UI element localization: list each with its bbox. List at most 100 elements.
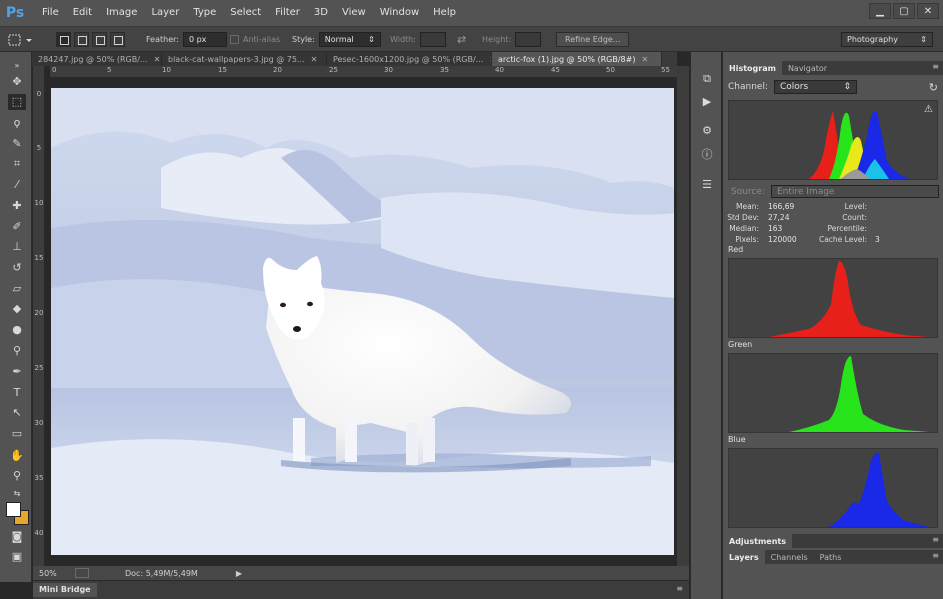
foreground-color-swatch[interactable] [6,502,21,517]
feather-input[interactable]: 0 px [182,32,227,47]
properties-icon[interactable]: ⚙ [700,124,714,138]
antialias-checkbox[interactable] [230,35,239,44]
tab-document-2[interactable]: black-cat-wallpapers-3.jpg @ 75... ✕ [162,52,327,66]
collapse-arrows-icon[interactable]: » [8,58,26,74]
level-label: Level: [844,202,867,211]
menu-select[interactable]: Select [223,0,268,26]
tab-channels[interactable]: Channels [765,550,814,564]
tab-document-1[interactable]: 284247.jpg @ 50% (RGB/... ✕ [32,52,162,66]
swap-colors-icon[interactable]: ⇆ [8,486,26,502]
status-menu-arrow-icon[interactable]: ▶ [236,569,242,578]
move-tool-icon[interactable]: ✥ [8,74,26,90]
source-select[interactable]: Entire Image [770,185,939,198]
menu-filter[interactable]: Filter [268,0,307,26]
menu-3d[interactable]: 3D [307,0,335,26]
menu-window[interactable]: Window [373,0,426,26]
workspace-select[interactable]: Photography ⇕ [841,32,933,47]
panel-menu-icon[interactable]: ≡ [932,551,939,560]
new-selection-icon[interactable] [56,32,71,47]
panel-menu-icon[interactable]: ≡ [932,62,939,71]
refresh-icon[interactable]: ↻ [929,81,938,94]
menu-layer[interactable]: Layer [144,0,186,26]
ruler-tick: 45 [551,66,560,74]
quick-selection-tool-icon[interactable]: ✎ [8,136,26,152]
path-selection-tool-icon[interactable]: ↖ [8,405,26,421]
layers-tabs: Layers Channels Paths ≡ [723,550,943,564]
info-icon[interactable]: ⓘ [700,148,714,162]
paint-bucket-tool-icon[interactable]: ◆ [8,301,26,317]
zoom-level[interactable]: 50% [39,569,69,578]
menu-type[interactable]: Type [186,0,223,26]
status-bar: 50% Doc: 5,49M/5,49M ▶ [33,566,689,580]
layer-comps-icon[interactable]: ☰ [700,178,714,192]
tab-document-active[interactable]: arctic-fox (1).jpg @ 50% (RGB/8#) ✕ [492,52,662,66]
tab-navigator[interactable]: Navigator [782,61,833,75]
dodge-tool-icon[interactable]: ⚲ [8,343,26,359]
vertical-ruler[interactable]: 0 5 10 15 20 25 30 35 40 [33,66,45,566]
tab-document-3[interactable]: Pesec-1600x1200.jpg @ 50% (RGB/... ✕ [327,52,492,66]
ruler-tick: 20 [273,66,282,74]
maximize-button[interactable]: ▢ [893,3,915,19]
refine-edge-button[interactable]: Refine Edge... [556,32,630,47]
add-selection-icon[interactable] [74,32,89,47]
zoom-tool-icon[interactable]: ⚲ [8,468,26,484]
close-icon[interactable]: ✕ [154,55,161,64]
canvas-vertical-scrollbar[interactable] [677,66,689,566]
width-input[interactable] [419,32,446,47]
colors-histogram-graph [729,110,909,179]
actions-play-icon[interactable]: ▶ [700,95,714,109]
menu-image[interactable]: Image [99,0,144,26]
horizontal-ruler[interactable]: 0 5 10 15 20 25 30 35 40 45 50 55 [50,66,677,78]
document-image[interactable] [51,88,674,555]
menu-file[interactable]: File [35,0,66,26]
panel-menu-icon[interactable]: ≡ [932,535,939,544]
eraser-tool-icon[interactable]: ▱ [8,281,26,297]
tab-histogram[interactable]: Histogram [723,61,782,75]
hand-tool-icon[interactable]: ✋ [8,448,26,464]
history-brush-tool-icon[interactable]: ↺ [8,260,26,276]
pen-tool-icon[interactable]: ✒ [8,364,26,380]
tools-panel: » ✥ ⬚ ϙ ✎ ⌗ ⁄ ✚ ✐ ⊥ ↺ ▱ ◆ ● ⚲ ✒ T ↖ ▭ ✋ … [0,52,32,582]
healing-brush-tool-icon[interactable]: ✚ [8,198,26,214]
status-icon[interactable] [75,568,89,578]
rectangle-tool-icon[interactable]: ▭ [8,426,26,442]
menu-bar: Ps File Edit Image Layer Type Select Fil… [0,0,943,26]
blue-histogram-graph [829,452,929,527]
tab-layers[interactable]: Layers [723,550,765,564]
brush-tool-icon[interactable]: ✐ [8,219,26,235]
marquee-preset-icon [8,34,32,45]
eyedropper-tool-icon[interactable]: ⁄ [8,177,26,193]
blur-tool-icon[interactable]: ● [8,322,26,338]
panel-menu-icon[interactable]: ≡ [676,584,683,593]
height-input[interactable] [515,32,542,47]
close-icon[interactable]: ✕ [311,55,318,64]
subtract-selection-icon[interactable] [92,32,107,47]
mini-bridge-tab[interactable]: Mini Bridge [33,583,97,597]
warning-icon[interactable]: ⚠ [924,104,933,115]
menu-edit[interactable]: Edit [66,0,99,26]
type-tool-icon[interactable]: T [8,385,26,401]
minimize-button[interactable]: ▁ [869,3,891,19]
intersect-selection-icon[interactable] [110,32,125,47]
channel-label: Channel: [728,82,768,92]
tab-adjustments[interactable]: Adjustments [723,534,792,548]
swap-icon[interactable]: ⇄ [457,27,466,52]
tool-preset-picker[interactable] [6,27,34,52]
menu-view[interactable]: View [335,0,373,26]
screen-mode-icon[interactable]: ▣ [8,549,26,565]
style-select[interactable]: Normal ⇕ [318,32,381,47]
ruler-tick: 5 [36,144,42,152]
tab-paths[interactable]: Paths [814,550,848,564]
colors-histogram: ⚠ [728,100,938,180]
marquee-tool-icon[interactable]: ⬚ [8,94,26,110]
channel-select[interactable]: Colors ⇕ [773,80,857,94]
menu-help[interactable]: Help [426,0,463,26]
lasso-tool-icon[interactable]: ϙ [8,115,26,131]
close-icon[interactable]: ✕ [641,55,648,64]
quick-mask-icon[interactable]: ◙ [8,529,26,545]
close-button[interactable]: ✕ [917,3,939,19]
clone-stamp-tool-icon[interactable]: ⊥ [8,239,26,255]
histogram-panel: Histogram Navigator ≡ Channel: Colors ⇕ … [723,52,943,599]
history-icon[interactable]: ⧉ [700,72,714,86]
crop-tool-icon[interactable]: ⌗ [8,156,26,172]
